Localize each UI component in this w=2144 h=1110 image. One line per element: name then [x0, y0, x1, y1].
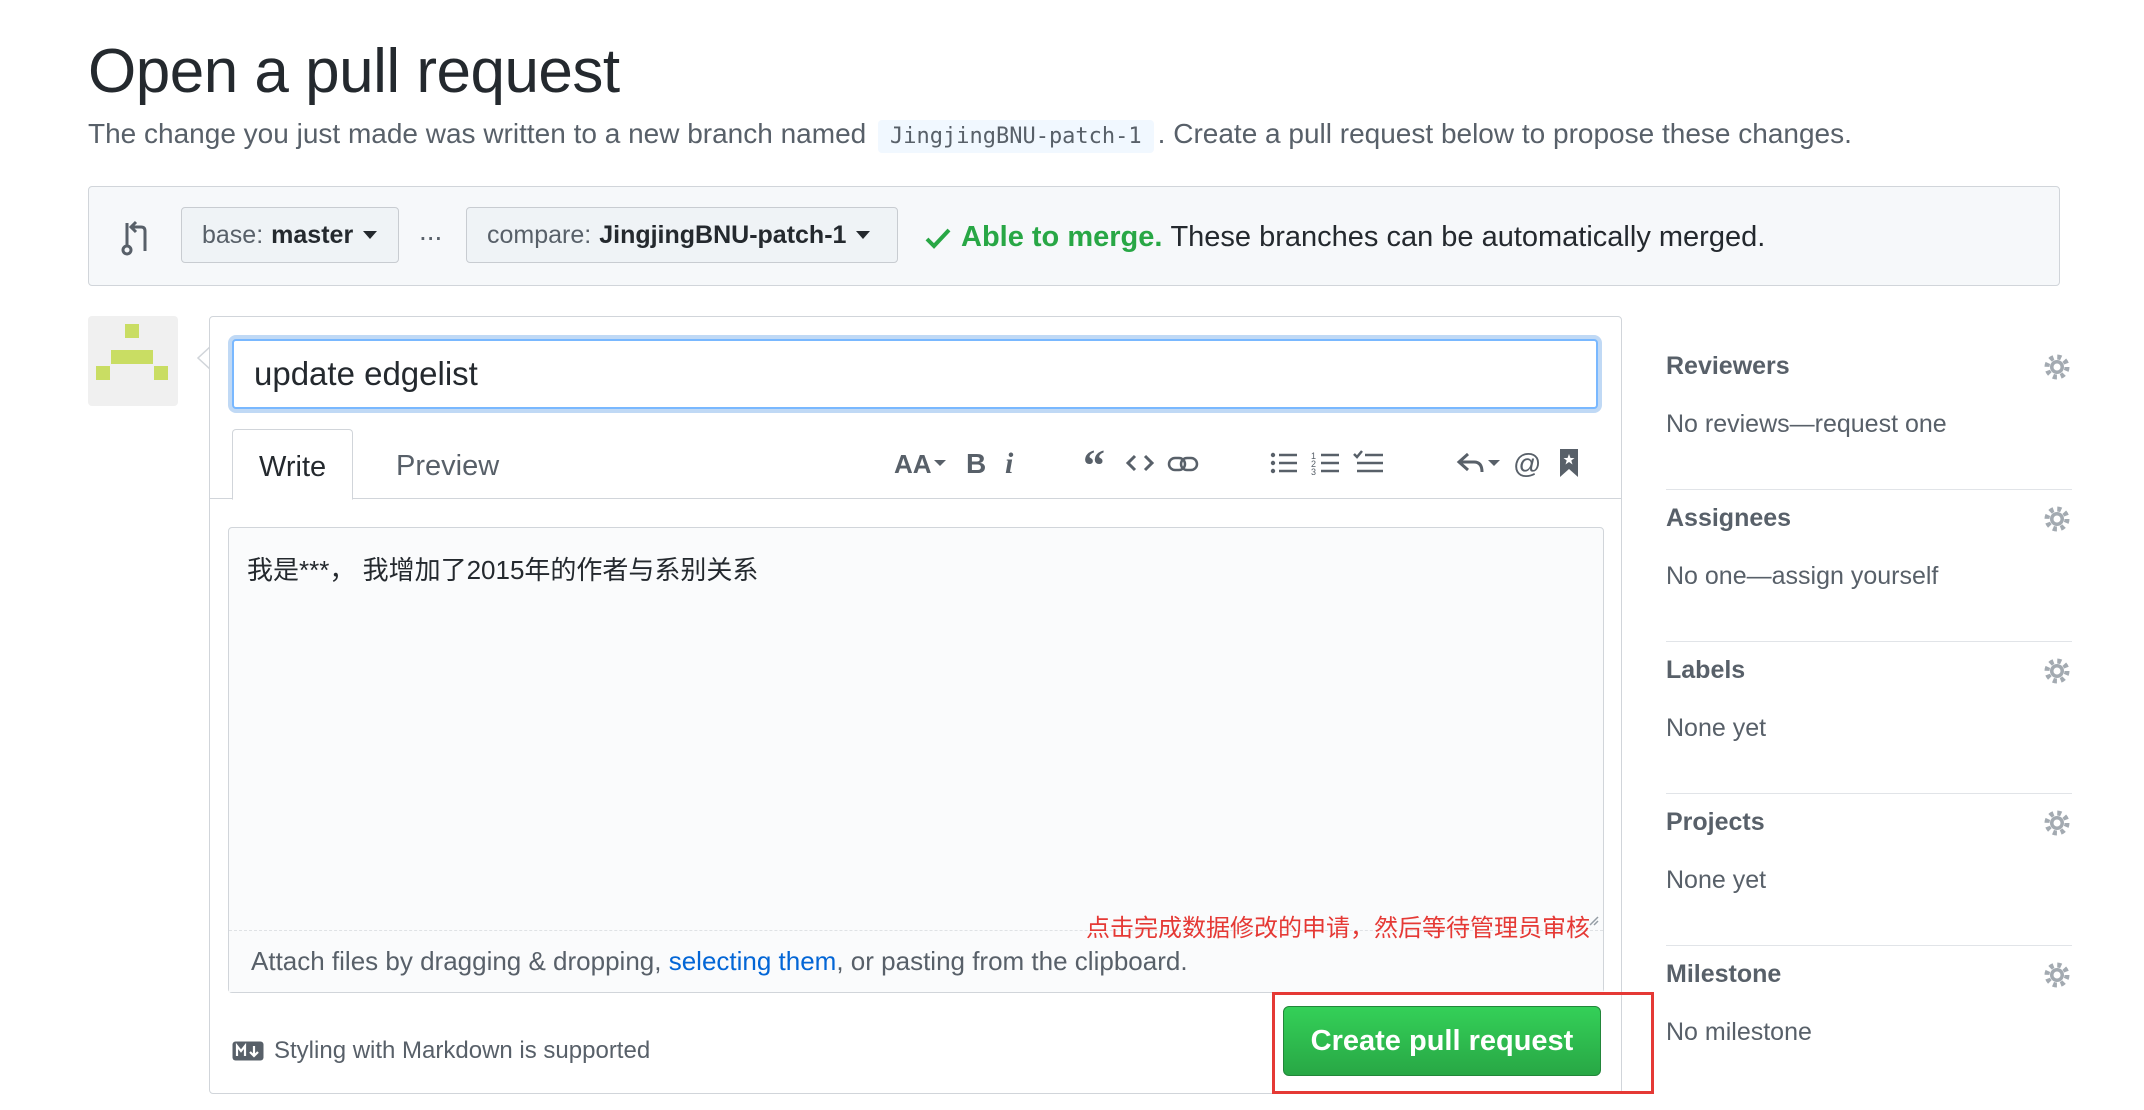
bold-icon[interactable]: B	[962, 441, 990, 485]
tab-preview[interactable]: Preview	[370, 429, 525, 499]
svg-text:B: B	[966, 448, 986, 478]
select-files-link[interactable]: selecting them	[669, 946, 837, 976]
sidebar-milestone: Milestone No milestone	[1666, 946, 2072, 1098]
task-list-icon[interactable]	[1352, 441, 1386, 485]
page-subtitle: The change you just made was written to …	[88, 118, 1852, 153]
sidebar-labels: Labels None yet	[1666, 642, 2072, 794]
attach-suffix: , or pasting from the clipboard.	[836, 946, 1188, 976]
gear-icon[interactable]	[2042, 960, 2072, 990]
merge-message: These branches can be automatically merg…	[1170, 221, 1766, 253]
merge-status: Able to merge. These branches can be aut…	[925, 221, 1765, 254]
range-ellipsis: ...	[419, 215, 443, 246]
markdown-note[interactable]: Styling with Markdown is supported	[232, 1037, 650, 1065]
pull-request-composer: Write Preview AA B i “ 123	[209, 316, 1622, 1094]
sidebar-value: No milestone	[1666, 1018, 1812, 1046]
mention-icon[interactable]: @	[1512, 441, 1544, 485]
saved-reply-icon[interactable]	[1556, 441, 1582, 485]
comment-body-text: 我是***， 我增加了2015年的作者与系别关系	[247, 555, 759, 585]
markdown-icon	[232, 1041, 264, 1061]
avatar[interactable]	[88, 316, 178, 406]
quote-icon[interactable]: “	[1082, 441, 1114, 485]
sidebar-value: None yet	[1666, 866, 1767, 894]
annotation-highlight-box	[1272, 992, 1654, 1094]
compare-branches-icon	[121, 220, 147, 256]
check-icon	[925, 228, 951, 249]
code-icon[interactable]	[1124, 441, 1156, 485]
numbered-list-icon[interactable]: 123	[1310, 441, 1342, 485]
annotation-text: 点击完成数据修改的申请，然后等待管理员审核	[1086, 915, 1590, 942]
sidebar-value: None yet	[1666, 714, 1767, 742]
sidebar-reviewers: Reviewers No reviews—request one	[1666, 338, 2072, 490]
chevron-down-icon	[856, 231, 871, 239]
tab-write[interactable]: Write	[232, 429, 354, 500]
base-value: master	[271, 220, 354, 249]
identicon-icon	[96, 324, 168, 380]
base-branch-select[interactable]: base: master	[181, 207, 399, 263]
page-title: Open a pull request	[88, 37, 620, 106]
editor-tabs: Write Preview AA B i “ 123 @	[210, 429, 1621, 500]
compare-branch-select[interactable]: compare: JingjingBNU-patch-1	[466, 207, 898, 263]
compare-label: compare:	[487, 220, 592, 249]
sidebar-heading: Milestone	[1666, 960, 1782, 988]
reply-icon[interactable]	[1456, 441, 1500, 485]
sidebar-heading: Reviewers	[1666, 352, 1790, 380]
svg-text:“: “	[1083, 448, 1105, 478]
svg-text:AA: AA	[894, 449, 932, 478]
attach-prefix: Attach files by dragging & dropping,	[251, 946, 669, 976]
title-input[interactable]	[232, 339, 1598, 409]
subtitle-prefix: The change you just made was written to …	[88, 118, 867, 149]
merge-ok-text: Able to merge.	[961, 221, 1163, 253]
header-icon[interactable]: AA	[894, 441, 950, 485]
gear-icon[interactable]	[2042, 656, 2072, 686]
gear-icon[interactable]	[2042, 808, 2072, 838]
branch-range-bar: base: master ... compare: JingjingBNU-pa…	[88, 186, 2060, 286]
bulleted-list-icon[interactable]	[1268, 441, 1300, 485]
gear-icon[interactable]	[2042, 352, 2072, 382]
sidebar-heading: Labels	[1666, 656, 1746, 684]
svg-text:@: @	[1513, 448, 1541, 478]
markdown-note-text: Styling with Markdown is supported	[274, 1037, 651, 1064]
base-label: base:	[202, 220, 264, 249]
discussion-sidebar: Reviewers No reviews—request one Assigne…	[1666, 338, 2072, 1098]
branch-name-code: JingjingBNU-patch-1	[878, 120, 1154, 153]
sidebar-assignees: Assignees No one—assign yourself	[1666, 490, 2072, 642]
sidebar-heading: Projects	[1666, 808, 1765, 836]
link-icon[interactable]	[1166, 441, 1200, 485]
sidebar-value: No one—assign yourself	[1666, 562, 1939, 590]
sidebar-heading: Assignees	[1666, 504, 1792, 532]
chevron-down-icon	[363, 231, 378, 239]
svg-text:3: 3	[1311, 467, 1316, 477]
italic-icon[interactable]: i	[1000, 441, 1022, 485]
subtitle-suffix: . Create a pull request below to propose…	[1157, 118, 1852, 149]
gear-icon[interactable]	[2042, 504, 2072, 534]
compare-value: JingjingBNU-patch-1	[599, 220, 847, 249]
svg-text:i: i	[1005, 448, 1014, 478]
sidebar-value: No reviews—request one	[1666, 410, 1947, 438]
sidebar-projects: Projects None yet	[1666, 794, 2072, 946]
